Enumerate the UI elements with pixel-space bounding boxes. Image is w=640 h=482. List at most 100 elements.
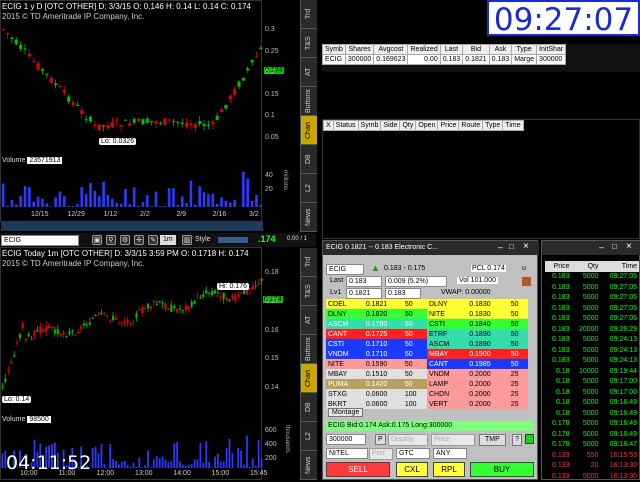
candle-body — [246, 69, 249, 71]
book-row[interactable]: DLNY0.182050 — [326, 309, 427, 319]
color-swatch-icon[interactable] — [522, 277, 531, 286]
tab-ts[interactable]: T&S — [301, 29, 317, 58]
book-row[interactable]: VNDM0.200025 — [427, 369, 528, 379]
tab-db[interactable]: DB — [301, 145, 317, 174]
sell-button[interactable]: SELL — [326, 462, 390, 477]
column-header[interactable]: Ask — [489, 45, 512, 55]
column-header[interactable]: Side — [381, 121, 400, 131]
tab-l2[interactable]: L2 — [301, 422, 317, 451]
daily-scrollbar[interactable] — [1, 221, 263, 231]
book-row[interactable]: DLNY0.183050 — [427, 299, 528, 309]
column-header[interactable]: Qty — [572, 261, 601, 272]
ts-minimize-icon[interactable]: – — [599, 242, 604, 252]
column-header[interactable]: Symb — [323, 45, 346, 55]
p-button[interactable]: P — [375, 434, 386, 445]
book-row[interactable]: CDEL0.182150 — [326, 299, 427, 309]
tmp-button[interactable]: TMP — [479, 434, 506, 446]
link-icon[interactable]: ⚲ — [106, 235, 116, 245]
column-header[interactable]: Type — [512, 45, 537, 55]
book-row[interactable]: CANT0.198550 — [427, 359, 528, 369]
tab-at[interactable]: AT — [301, 58, 317, 87]
maximize-icon[interactable]: □ — [509, 242, 514, 251]
style-menu[interactable]: Style — [195, 236, 211, 243]
close-icon[interactable]: × — [523, 241, 529, 252]
draw-icon[interactable]: ✎ — [148, 235, 158, 245]
tab-chart[interactable]: Chart — [301, 116, 317, 145]
column-header[interactable]: Avgcost — [374, 45, 408, 55]
crosshair-icon[interactable]: ✛ — [134, 235, 144, 245]
tab-news[interactable]: News — [301, 451, 317, 480]
book-row[interactable]: CHDN0.200025 — [427, 389, 528, 399]
ts-close-icon[interactable]: × — [626, 241, 632, 252]
book-row[interactable]: MBAY0.151050 — [326, 369, 427, 379]
order-qty-input[interactable]: 300000 — [326, 434, 366, 445]
book-row[interactable]: MBAY0.190050 — [427, 349, 528, 359]
buy-button[interactable]: BUY — [470, 462, 534, 477]
book-row[interactable]: VERT0.200025 — [427, 399, 528, 409]
route-select[interactable]: NITEL — [326, 448, 368, 459]
book-size: 50 — [403, 359, 427, 369]
lock-icon[interactable]: ▣ — [92, 235, 102, 245]
book-row[interactable]: CSTI0.184050 — [427, 319, 528, 329]
column-header[interactable]: Open — [416, 121, 438, 131]
settings-icon[interactable]: ⚙ — [120, 235, 130, 245]
book-row[interactable]: PUMA0.142050 — [326, 379, 427, 389]
column-header[interactable]: Time — [600, 261, 639, 272]
tab-chart[interactable]: Chart — [301, 364, 317, 393]
column-header[interactable]: Qty — [400, 121, 416, 131]
green-check-icon[interactable] — [525, 434, 534, 444]
column-header[interactable]: Symb — [358, 121, 381, 131]
column-header[interactable]: Bid — [463, 45, 489, 55]
book-row[interactable]: ASCM0.178050 — [326, 319, 427, 329]
position-row[interactable]: ECIG3000000.1696230.000.1830.18210.183Ma… — [323, 55, 566, 65]
candle-body — [25, 338, 27, 340]
tab-at[interactable]: AT — [301, 306, 317, 335]
price-field[interactable]: Price — [431, 434, 475, 446]
column-header[interactable]: Status — [333, 121, 358, 131]
ts-maximize-icon[interactable]: □ — [612, 242, 617, 251]
book-row[interactable]: NITE0.159050 — [326, 359, 427, 369]
cancel-order-button[interactable]: CXL — [396, 462, 428, 477]
help-button[interactable]: ? — [512, 434, 522, 446]
intraday-chart[interactable]: ECIG Today 1m [OTC OTHER] D: 3/3/15 3:59… — [0, 247, 262, 480]
tab-trd[interactable]: Trd — [301, 0, 317, 29]
tab-l2[interactable]: L2 — [301, 174, 317, 203]
tab-news[interactable]: News — [301, 203, 317, 232]
book-row[interactable]: VNDM0.171050 — [326, 349, 427, 359]
column-header[interactable]: Last — [440, 45, 463, 55]
tab-buttons[interactable]: Buttons — [301, 335, 317, 364]
replace-order-button[interactable]: RPL — [433, 462, 465, 477]
level2-symbol-input[interactable]: ECIG — [326, 264, 364, 275]
period-button[interactable]: 1m — [160, 235, 176, 245]
column-header[interactable]: Time — [503, 121, 523, 131]
display-field[interactable]: Display — [388, 434, 428, 446]
book-row[interactable]: CANT0.172550 — [326, 329, 427, 339]
book-row[interactable]: STXG0.0600100 — [326, 389, 427, 399]
book-row[interactable]: NITE0.183050 — [427, 309, 528, 319]
zoom-slider[interactable] — [218, 237, 248, 243]
column-header[interactable]: Realized — [408, 45, 440, 55]
chart-symbol-field[interactable]: ECIG — [1, 235, 79, 246]
tab-trd[interactable]: Trd — [301, 248, 317, 277]
tif-select[interactable]: GTC — [396, 448, 430, 459]
chart-type-icon[interactable]: ▥ — [182, 235, 192, 245]
book-row[interactable]: LAMP0.200025 — [427, 379, 528, 389]
column-header[interactable]: Shares — [345, 45, 373, 55]
tab-db[interactable]: DB — [301, 393, 317, 422]
column-header[interactable]: Type — [483, 121, 503, 131]
column-header[interactable]: Price — [438, 121, 459, 131]
tab-ts[interactable]: T&S — [301, 277, 317, 306]
column-header[interactable]: X — [324, 121, 334, 131]
pref-field[interactable]: Pref — [369, 448, 393, 460]
daily-chart[interactable]: ECIG 1 y D [OTC OTHER] D: 3/3/15 O: 0.14… — [0, 0, 262, 222]
book-row[interactable]: CSTI0.171050 — [326, 339, 427, 349]
book-row[interactable]: ASCM0.189050 — [427, 339, 528, 349]
montage-tab[interactable]: Montage — [328, 408, 363, 417]
column-header[interactable]: InitShar — [537, 45, 566, 55]
column-header[interactable]: Route — [459, 121, 483, 131]
book-row[interactable]: ETRF0.189050 — [427, 329, 528, 339]
minimize-icon[interactable]: – — [498, 242, 503, 252]
column-header[interactable]: Price — [545, 261, 572, 272]
tab-buttons[interactable]: Buttons — [301, 87, 317, 116]
condition-select[interactable]: ANY — [433, 448, 467, 459]
